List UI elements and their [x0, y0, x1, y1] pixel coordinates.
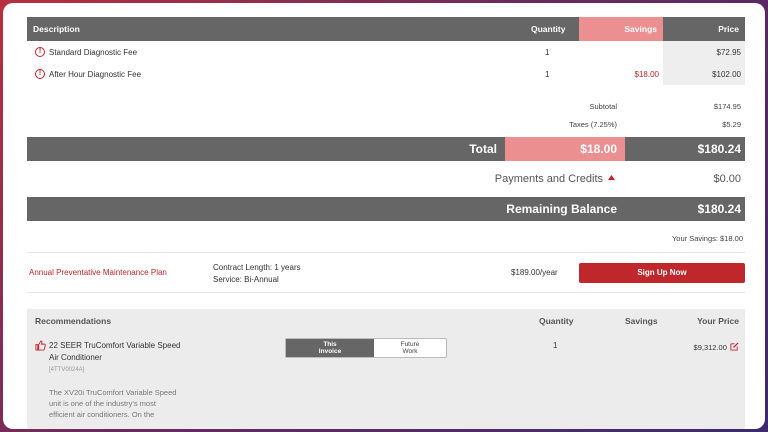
remove-icon[interactable]: !: [35, 69, 45, 79]
line-item-savings: $18.00: [634, 70, 659, 79]
total-savings-cell: $18.00: [505, 137, 625, 161]
this-invoice-option[interactable]: This Invoice: [286, 339, 374, 357]
remaining-balance-bar: Remaining Balance $180.24: [27, 197, 745, 221]
service-frequency: Service: Bi-Annual: [213, 275, 279, 284]
rec-savings-header: Savings: [625, 316, 658, 326]
price-header: Price: [718, 24, 739, 34]
sign-up-button[interactable]: Sign Up Now: [579, 263, 745, 283]
subtotal-label: Subtotal: [589, 102, 617, 111]
payments-label[interactable]: Payments and Credits: [495, 173, 603, 185]
line-item-quantity: 1: [545, 70, 550, 79]
invoice-content: Description Quantity Savings Price ! Sta…: [27, 17, 745, 429]
savings-header-cell: Savings: [579, 17, 663, 41]
contract-length: Contract Length: 1 years: [213, 263, 301, 272]
taxes-line: Taxes (7.25%) $5.29: [27, 115, 745, 133]
thumbs-up-icon: [35, 340, 46, 351]
this-invoice-line1: This: [323, 341, 337, 348]
rec-item-description-line3: efficient air conditioners. On the: [49, 410, 155, 419]
rec-item-description-line2: unit is one of the industry's most: [49, 399, 156, 408]
your-savings: Your Savings: $18.00: [27, 221, 745, 253]
invoice-toggle[interactable]: This Invoice Future Work: [285, 338, 447, 358]
future-work-line1: Future: [400, 341, 420, 348]
line-item-price: $102.00: [712, 70, 741, 79]
rec-item-price-wrap: $9,312.00: [694, 342, 739, 352]
rec-item-price: $9,312.00: [693, 343, 727, 352]
rec-item-quantity: 1: [553, 341, 558, 350]
rec-item-sku: [4TTV0024A]: [49, 367, 85, 373]
rec-your-price-header: Your Price: [697, 316, 739, 326]
line-item-price-cell: $102.00: [663, 63, 745, 85]
edit-icon[interactable]: [730, 342, 739, 351]
recommendations-panel: Recommendations Quantity Savings Your Pr…: [27, 309, 745, 429]
payments-value: $0.00: [713, 173, 741, 185]
future-work-line2: Work: [402, 348, 418, 355]
description-header: Description: [33, 24, 80, 34]
rec-quantity-header: Quantity: [539, 316, 574, 326]
plan-name: Annual Preventative Maintenance Plan: [29, 268, 167, 277]
remaining-label: Remaining Balance: [506, 202, 617, 216]
line-items-header: Description Quantity Savings Price: [27, 17, 745, 41]
savings-header: Savings: [624, 24, 657, 34]
remove-icon[interactable]: !: [35, 47, 45, 57]
line-item-description: After Hour Diagnostic Fee: [49, 70, 142, 79]
plan-terms: Contract Length: 1 years Service: Bi-Ann…: [213, 262, 301, 286]
line-item-row: ! Standard Diagnostic Fee 1 $72.95: [27, 41, 745, 63]
maintenance-plan-row: Annual Preventative Maintenance Plan Con…: [27, 253, 745, 293]
total-bar: Total $18.00 $180.24: [27, 137, 745, 161]
this-invoice-line2: Invoice: [318, 348, 342, 355]
total-label: Total: [469, 142, 497, 156]
invoice-window: Description Quantity Savings Price ! Sta…: [3, 3, 765, 429]
plan-price: $189.00/year: [511, 268, 558, 277]
quantity-header: Quantity: [531, 24, 566, 34]
line-item-quantity: 1: [545, 48, 550, 57]
rec-item-description: The XV20i TruComfort Variable Speed unit…: [49, 387, 199, 420]
rec-item-title: 22 SEER TruComfort Variable Speed Air Co…: [49, 340, 189, 364]
rec-item-description-line1: The XV20i TruComfort Variable Speed: [49, 388, 177, 397]
taxes-value: $5.29: [722, 120, 741, 129]
remaining-value: $180.24: [697, 202, 741, 216]
total-savings: $18.00: [580, 142, 617, 156]
future-work-option[interactable]: Future Work: [374, 339, 446, 357]
line-item-price: $72.95: [716, 48, 741, 57]
line-item-description: Standard Diagnostic Fee: [49, 48, 138, 57]
recommendations-header: Recommendations: [35, 316, 112, 326]
line-item-row: ! After Hour Diagnostic Fee 1 $18.00 $10…: [27, 63, 745, 85]
payments-and-credits[interactable]: Payments and Credits $0.00: [27, 161, 745, 197]
rec-item-title-line1: 22 SEER TruComfort Variable Speed: [49, 341, 181, 350]
total-value: $180.24: [697, 142, 741, 156]
taxes-label: Taxes (7.25%): [569, 120, 617, 129]
subtotal-line: Subtotal $174.95: [27, 97, 745, 115]
line-item-price-cell: $72.95: [663, 41, 745, 63]
subtotal-value: $174.95: [713, 102, 741, 111]
caret-up-icon[interactable]: [608, 175, 615, 180]
rec-item-title-line2: Air Conditioner: [49, 353, 102, 362]
your-savings-text: Your Savings: $18.00: [671, 234, 743, 243]
